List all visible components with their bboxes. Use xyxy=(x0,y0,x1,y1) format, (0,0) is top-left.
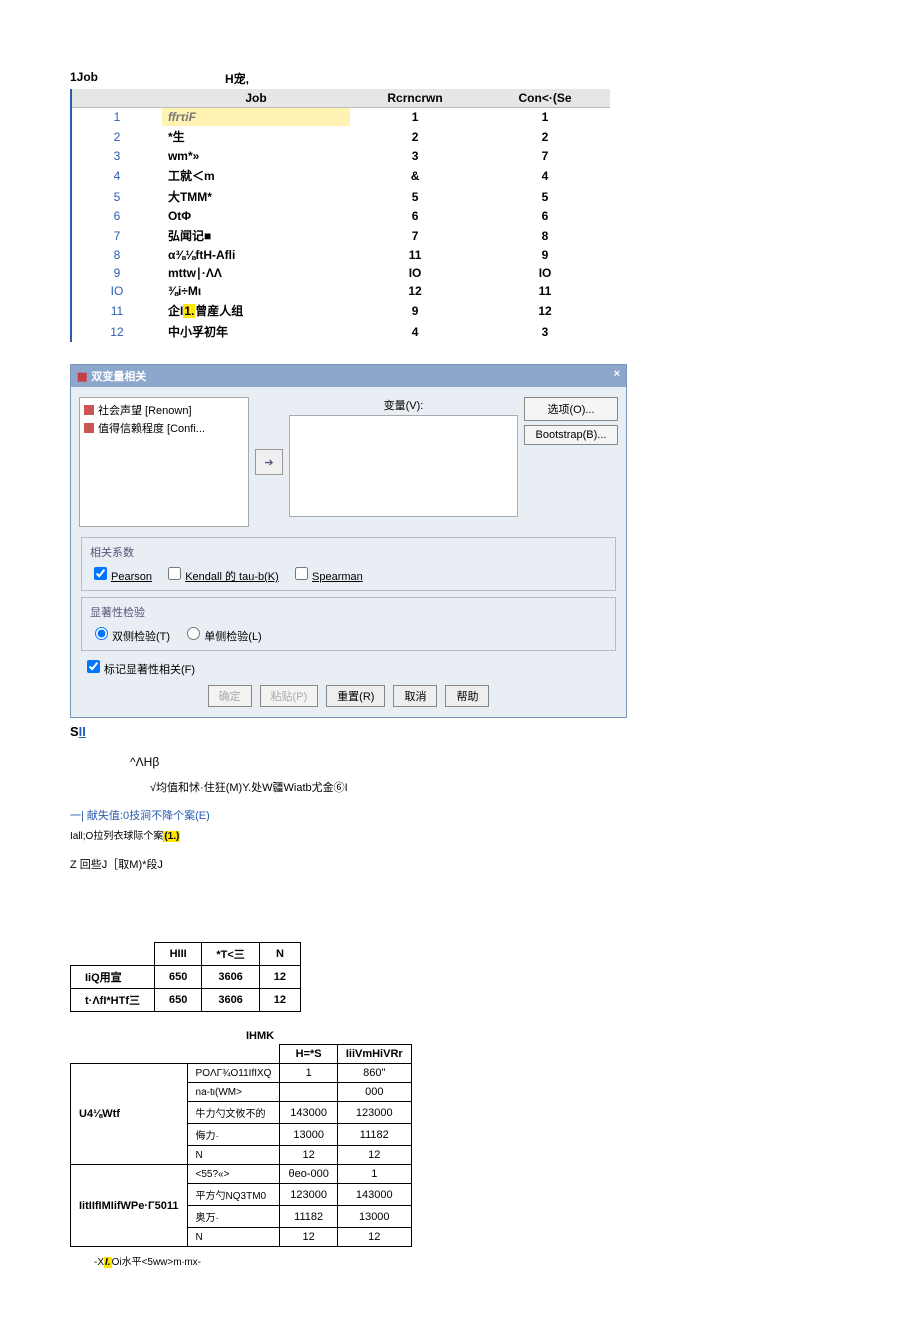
table-row: 3wm*»37 xyxy=(71,147,610,165)
table-row: 5大TMM*55 xyxy=(71,186,610,207)
ok-button[interactable]: 确定 xyxy=(208,685,252,707)
s-label: SII xyxy=(70,724,850,739)
para-small: Iall;O拉列衣球际个案(1.) xyxy=(70,827,850,842)
table-row: 12中小孚初年43 xyxy=(71,321,610,342)
heading-right: H宠, xyxy=(225,70,249,87)
paste-button[interactable]: 粘贴(P) xyxy=(260,685,319,707)
two-tailed-radio[interactable]: 双侧检验(T) xyxy=(90,631,170,643)
table-row: IitIIfIMIifWPe·Γ5011<55?«>θeo-0001 xyxy=(71,1165,412,1184)
table-row: U4⅛WtfPOΛΓ¾O11IfIXQ1860" xyxy=(71,1064,412,1083)
bootstrap-button[interactable]: Bootstrap(B)... xyxy=(524,425,618,445)
page-heading: 1Job H宠, xyxy=(70,70,850,87)
close-icon[interactable]: × xyxy=(614,368,620,384)
table-row: 11企I1.曾産人组912 xyxy=(71,300,610,321)
bivariate-dialog: ▦双变量相关 × 社会声望 [Renown] 值得信赖程度 [Confi... … xyxy=(70,364,627,718)
help-button[interactable]: 帮助 xyxy=(445,685,489,707)
col-job: Job xyxy=(162,89,350,108)
col-conf: Con<·(Se xyxy=(480,89,610,108)
para-1: ^ΛHβ xyxy=(130,755,850,769)
table-row: 8α⅜⅛ftH-Afli119 xyxy=(71,246,610,264)
spearman-checkbox[interactable]: Spearman xyxy=(291,571,363,583)
heading-left: 1Job xyxy=(70,70,225,87)
table-row: IiQ用宣650360612 xyxy=(71,966,301,989)
list-item[interactable]: 值得信赖程度 [Confi... xyxy=(84,420,244,436)
pearson-checkbox[interactable]: Pearson xyxy=(90,571,152,583)
dialog-titlebar: ▦ 双变量相关 × xyxy=(71,365,626,387)
cancel-button[interactable]: 取消 xyxy=(393,685,437,707)
table-row: 6OtΦ66 xyxy=(71,207,610,225)
variables-label: 变量(V): xyxy=(289,397,518,413)
kendall-checkbox[interactable]: Kendall 的 tau-b(K) xyxy=(164,571,279,583)
para-2: √均值和怵·住狂(M)Y.处W疆Wiatb尤金⑥I xyxy=(150,779,850,795)
footnote: -XI.Oi水平<5ww>m∙mx- xyxy=(94,1253,850,1268)
corr-title: IHMK xyxy=(70,1030,450,1042)
source-listbox[interactable]: 社会声望 [Renown] 值得信赖程度 [Confi... xyxy=(79,397,249,527)
col-renown: Rcrncrwn xyxy=(350,89,480,108)
correlation-table: H=*S IiiVmHiVRr U4⅛WtfPOΛΓ¾O11IfIXQ1860"… xyxy=(70,1044,412,1247)
para-blue: 一| 献失值:0技涧不降个案(E) xyxy=(70,807,850,823)
flag-checkbox[interactable]: 标记显著性相关(F) xyxy=(83,664,195,676)
dialog-title-text: 双变量相关 xyxy=(91,371,146,383)
col-blank xyxy=(71,89,162,108)
para-z: Z 回些J［取M)*段J xyxy=(70,856,850,872)
dialog-icon: ▦ xyxy=(77,371,87,383)
table-row: 9mttw∣·ΛΛIOIO xyxy=(71,264,610,282)
table-row: 2*生22 xyxy=(71,126,610,147)
summary-table: HIII *T<三 N IiQ用宣650360612t·ΛfI*HTf三6503… xyxy=(70,942,301,1012)
ii-link[interactable]: II xyxy=(79,724,86,739)
reset-button[interactable]: 重置(R) xyxy=(326,685,385,707)
coef-fieldset: 相关系数 Pearson Kendall 的 tau-b(K) Spearman xyxy=(81,537,616,591)
dialog-button-row: 确定 粘贴(P) 重置(R) 取消 帮助 xyxy=(71,679,626,717)
table-row: 7弘闻记■78 xyxy=(71,225,610,246)
table-row: IO⅜i÷Mι1211 xyxy=(71,282,610,300)
coef-legend: 相关系数 xyxy=(90,544,607,560)
sig-legend: 显著性检验 xyxy=(90,604,607,620)
one-tailed-radio[interactable]: 单侧检验(L) xyxy=(182,631,261,643)
table-row: 4工就＜m&4 xyxy=(71,165,610,186)
variables-listbox[interactable] xyxy=(289,415,518,517)
scale-icon xyxy=(84,405,94,415)
sig-fieldset: 显著性检验 双侧检验(T) 单侧检验(L) xyxy=(81,597,616,651)
move-right-button[interactable]: ➔ xyxy=(255,449,283,475)
job-table: Job Rcrncrwn Con<·(Se 1ffrτiF112*生223wm*… xyxy=(70,89,610,342)
list-item[interactable]: 社会声望 [Renown] xyxy=(84,402,244,418)
options-button[interactable]: 选项(O)... xyxy=(524,397,618,421)
scale-icon xyxy=(84,423,94,433)
table-row: t·ΛfI*HTf三650360612 xyxy=(71,989,301,1012)
table-row: 1ffrτiF11 xyxy=(71,108,610,127)
